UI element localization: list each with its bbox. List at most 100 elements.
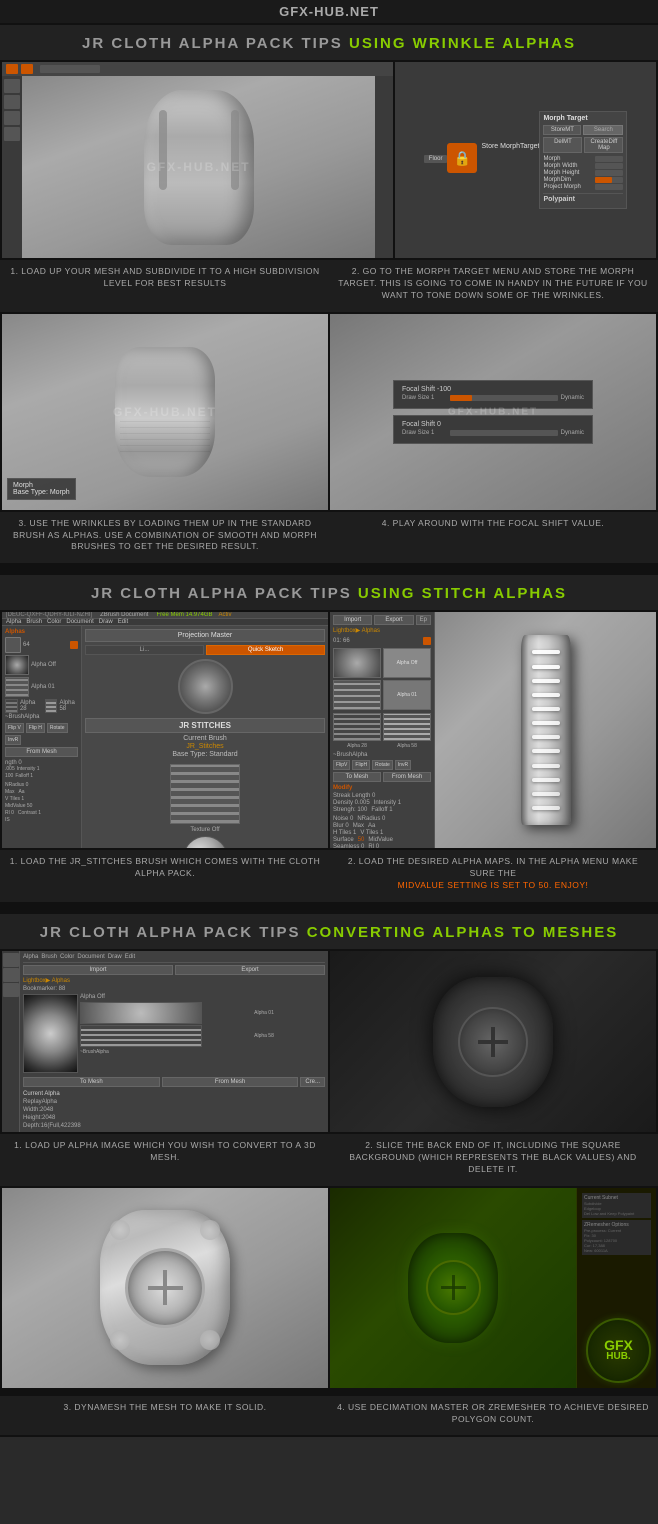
rotate-btn[interactable]: Rotate [47, 723, 68, 733]
tool-btn-1[interactable] [4, 79, 20, 93]
green-inner [426, 1260, 481, 1315]
morph-height-label: Morph Height [543, 170, 593, 176]
fliph-right[interactable]: FlipH [352, 760, 370, 770]
intensity-label-left: .005 [5, 766, 15, 772]
project-morph-label: Project Morph [543, 184, 593, 190]
alpha-thumb-01 [5, 677, 29, 697]
floor-label[interactable]: Floor [424, 155, 448, 163]
lock-icon: 🔒 [447, 143, 477, 173]
stitch-mark-8 [532, 749, 560, 753]
site-header: GFX-HUB.NET [0, 0, 658, 23]
caption-4: 4. PLAY AROUND WITH THE FOCAL SHIFT VALU… [330, 514, 656, 558]
to-mesh-right[interactable]: To Mesh [333, 772, 381, 782]
body-mesh-visual: GFX-HUB.NET [2, 62, 393, 258]
s3-to-mesh[interactable]: To Mesh [23, 1077, 160, 1087]
morph-slider[interactable] [595, 156, 623, 162]
alpha-01-label: Alpha 01 [31, 684, 55, 690]
alpha-28-thumb [5, 699, 18, 713]
lightbox-alphas: Lightbox▶ Alphas [333, 627, 431, 634]
del-mt-btn[interactable]: DelMT [543, 137, 582, 153]
s3-import[interactable]: Import [23, 965, 173, 975]
s3-caption-1: 1. LOAD UP ALPHA IMAGE WHICH YOU WISH TO… [2, 1136, 328, 1180]
menu-brush[interactable]: Brush [26, 619, 42, 625]
morph-width-slider[interactable] [595, 163, 623, 169]
material-sphere [183, 836, 228, 848]
invr-btn[interactable]: InvR [5, 735, 21, 745]
polypaint-label: Polypaint [543, 193, 623, 203]
deco-bl [110, 1330, 130, 1350]
light-btn[interactable]: Li... [85, 645, 204, 655]
menu-document[interactable]: Document [66, 619, 93, 625]
alpha-stitch-panel: Import Export Ep Lightbox▶ Alphas 01: 66… [330, 612, 656, 848]
from-mesh-right[interactable]: From Mesh [383, 772, 431, 782]
dynamic-label-2: Dynamic [561, 430, 584, 436]
s3-from-mesh[interactable]: From Mesh [162, 1077, 299, 1087]
s3-height: Height:2048 [23, 1115, 325, 1121]
alpha-64-label: 64 [23, 642, 30, 648]
projection-master-btn[interactable]: Projection Master [85, 629, 325, 642]
section3-caption-row-2: 3. DYNAMESH THE MESH TO MAKE IT SOLID. 4… [0, 1396, 658, 1436]
s3-alpha-thumb-01 [80, 1002, 202, 1024]
orange-btn-2[interactable] [21, 64, 33, 74]
ep-btn[interactable]: Ep [416, 615, 431, 625]
section3-title: JR CLOTH ALPHA PACK TIPS CONVERTING ALPH… [0, 914, 658, 949]
rotate-right[interactable]: Rotate [372, 760, 393, 770]
s3-caption-4: 4. USE DECIMATION MASTER OR ZREMESHER TO… [330, 1398, 656, 1430]
alpha-grid-01 [333, 680, 381, 710]
zremesh-info: Current Subnet Subdivide Edgeloop Del Lo… [582, 1193, 651, 1255]
menu-alpha[interactable]: Alpha [6, 619, 21, 625]
brush-preview [178, 659, 233, 714]
draw-size-slider[interactable] [450, 395, 558, 401]
s3-tool-3[interactable] [3, 983, 19, 997]
tool-btn-2[interactable] [4, 95, 20, 109]
from-mesh-btn-left[interactable]: From Mesh [5, 747, 78, 757]
alpha-grid: Alpha Off Alpha 01 [333, 648, 431, 710]
tool-btn-4[interactable] [4, 127, 20, 141]
s2-caption-1: 1. LOAD THE JR_STITCHES BRUSH WHICH COME… [2, 852, 328, 896]
main-canvas: GFX-HUB.NET [22, 76, 375, 258]
noise-nradius-right: Noise 0 NRadius 0 [333, 816, 431, 822]
search-box[interactable]: Search [583, 125, 623, 135]
store-mt-btn[interactable]: StoreMT [543, 125, 581, 135]
tool-btn-3[interactable] [4, 111, 20, 125]
alpha-28-grid [333, 713, 381, 741]
freemem-label: Free Mem 14.974GB [156, 612, 212, 618]
s3-alpha-01-label: Alpha 01 [203, 1002, 325, 1024]
fliph-btn[interactable]: Flip H [26, 723, 45, 733]
intensity-val: Intensity 1 [17, 766, 40, 772]
alpha-grid-off [333, 648, 381, 678]
draw-size-slider-2[interactable] [450, 430, 558, 436]
orange-btn-1[interactable] [6, 64, 18, 74]
vtiles-row: V Tiles 1 [5, 796, 78, 802]
flipv-right[interactable]: FlipV [333, 760, 350, 770]
quick-sketch-btn[interactable]: Quick Sketch [206, 645, 325, 655]
s3-tool-2[interactable] [3, 968, 19, 982]
menu-color[interactable]: Color [47, 619, 61, 625]
zb-center-panel: Projection Master Li... Quick Sketch JR … [82, 626, 328, 848]
s3-create-btn[interactable]: Cre... [300, 1077, 325, 1087]
project-morph-slider[interactable] [595, 184, 623, 190]
r-btn[interactable] [423, 637, 431, 645]
zbrush-sim: [DEUC-QXFF-QDHY-IULI-NZHI] ZBrush Docume… [2, 612, 328, 848]
stitch-mark-9 [532, 764, 560, 768]
dark-bg [330, 951, 656, 1132]
stitch-mark-4 [532, 693, 560, 697]
morph-height-slider[interactable] [595, 170, 623, 176]
import-btn[interactable]: Import [333, 615, 372, 625]
zb-brush-screenshot: [DEUC-QXFF-QDHY-IULI-NZHI] ZBrush Docume… [2, 612, 328, 848]
menu-draw[interactable]: Draw [99, 619, 113, 625]
alpha-58-thumb [45, 699, 58, 713]
focal-shift-0-label: Focal Shift 0 [402, 421, 584, 428]
morph-dim-slider[interactable] [595, 177, 623, 183]
s3-tool-1[interactable] [3, 953, 19, 967]
toolbar-slider [40, 65, 100, 73]
body-shape [144, 90, 254, 245]
s3-export[interactable]: Export [175, 965, 325, 975]
flipv-btn[interactable]: Flip V [5, 723, 24, 733]
sep-1 [0, 565, 658, 573]
s3-width: Width:2048 [23, 1107, 325, 1113]
export-btn[interactable]: Export [374, 615, 413, 625]
menu-edit[interactable]: Edit [118, 619, 128, 625]
create-diff-btn[interactable]: CreateDiff Map [584, 137, 623, 153]
invr-right[interactable]: InvR [395, 760, 411, 770]
